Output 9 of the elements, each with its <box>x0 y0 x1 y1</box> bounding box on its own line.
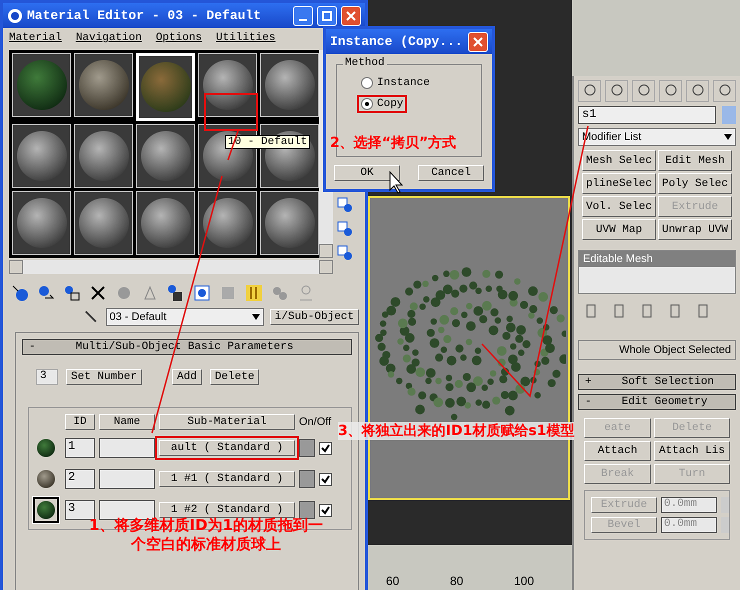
column-header: On/Off <box>299 416 332 428</box>
ruler-label: 100 <box>514 574 536 588</box>
selection-status: Whole Object Selected <box>578 340 736 360</box>
annotation: 3、将独立出来的ID1材质赋给s1模型 <box>338 422 574 440</box>
annotation: 2、选择“拷贝”方式 <box>330 134 456 152</box>
dialog-title: Instance (Copy... <box>330 34 464 49</box>
window-title: Material Editor - 03 - Default <box>27 8 262 23</box>
ruler-label: 80 <box>450 574 464 588</box>
ruler-label: 60 <box>386 574 400 588</box>
